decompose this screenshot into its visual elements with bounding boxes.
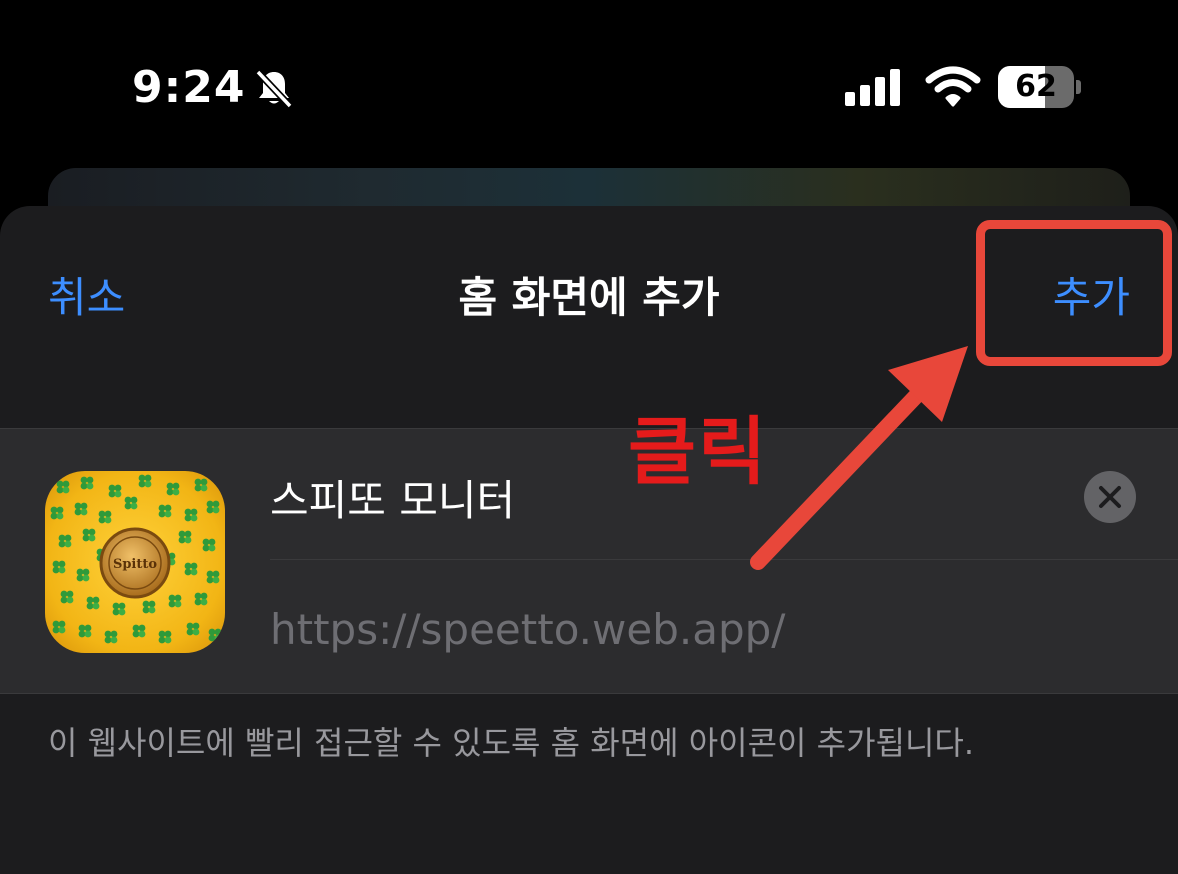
coin-text: Spitto: [113, 557, 157, 572]
clear-text-button[interactable]: [1084, 471, 1136, 523]
bell-slash-icon: [255, 69, 293, 109]
cancel-button[interactable]: 취소: [48, 264, 125, 325]
close-icon: [1099, 486, 1121, 508]
footer-note: 이 웹사이트에 빨리 접근할 수 있도록 홈 화면에 아이콘이 추가됩니다.: [48, 724, 975, 762]
annotation-click-label: 클릭: [628, 409, 769, 495]
shortcut-url: https://speetto.web.app/: [270, 605, 786, 654]
screen: 9:24 62 홈 화면에 추가 취소 추가 Spitto 스피또 모니터 ht…: [0, 0, 1178, 874]
app-icon-artwork: Spitto: [45, 471, 225, 653]
shortcut-form-group: Spitto 스피또 모니터 https://speetto.web.app/: [0, 428, 1178, 694]
speetto-app-icon: Spitto: [45, 471, 225, 653]
wifi-icon: [925, 66, 981, 107]
status-time: 9:24: [132, 62, 246, 113]
shortcut-name-field[interactable]: 스피또 모니터: [270, 467, 515, 528]
status-bar: 9:24 62: [0, 0, 1178, 170]
battery-percentage: 62: [1015, 69, 1057, 104]
battery-indicator: 62: [998, 66, 1082, 108]
field-separator: [270, 559, 1178, 560]
annotation-highlight-box: [976, 220, 1172, 366]
cellular-signal-icon: [845, 69, 900, 106]
battery-cap: [1076, 80, 1081, 94]
